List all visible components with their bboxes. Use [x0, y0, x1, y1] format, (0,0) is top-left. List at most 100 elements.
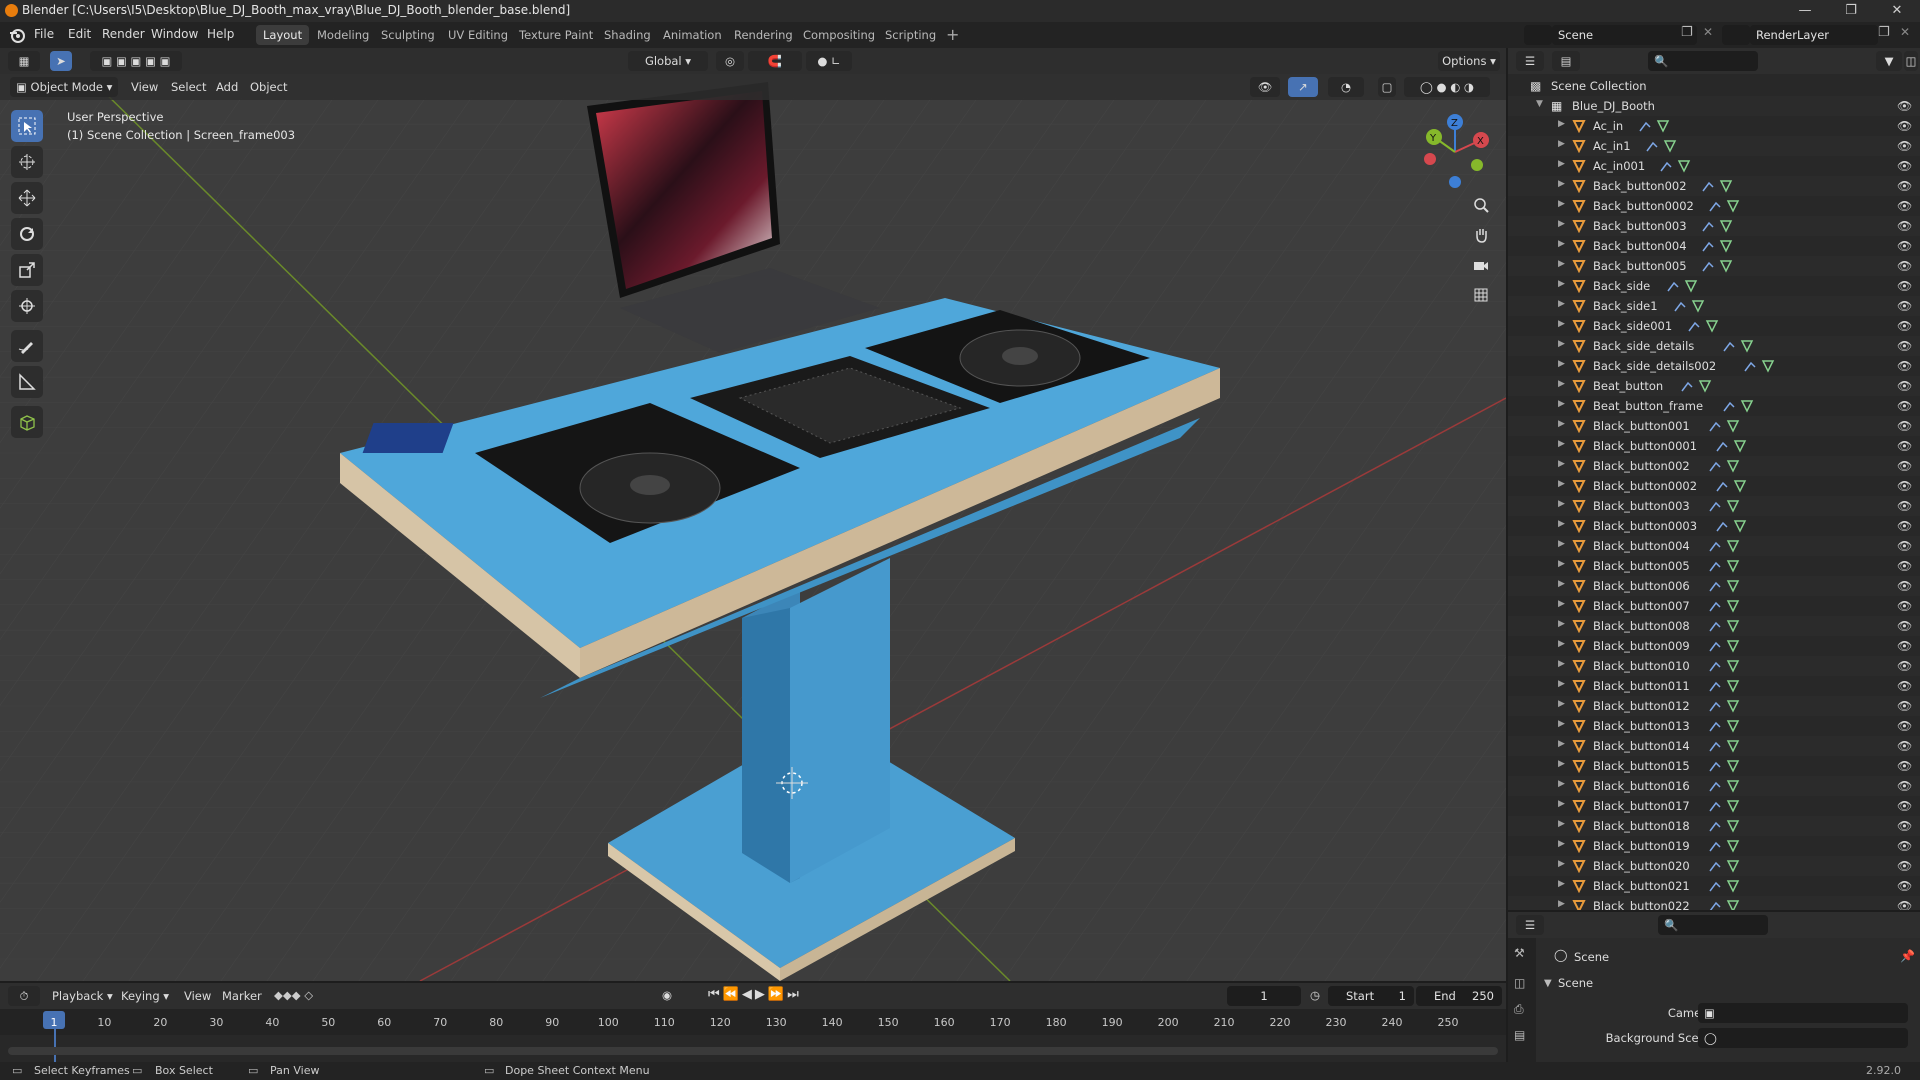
expand-arrow-icon[interactable]: ▶ — [1558, 839, 1565, 849]
outliner-object-row[interactable]: ▶ Black_button014 👁 — [1508, 736, 1920, 756]
measure-tool[interactable] — [11, 366, 43, 398]
eye-icon[interactable]: 👁 — [1897, 119, 1912, 133]
expand-arrow-icon[interactable]: ▶ — [1558, 199, 1565, 209]
menu-playback[interactable]: Playback ▾ — [52, 989, 113, 1003]
expand-arrow-icon[interactable]: ▶ — [1558, 519, 1565, 529]
outliner-object-row[interactable]: ▶ Back_button003 👁 — [1508, 216, 1920, 236]
expand-arrow-icon[interactable]: ▶ — [1558, 399, 1565, 409]
move-tool[interactable] — [11, 182, 43, 214]
renderlayer-browse-icon[interactable] — [1722, 25, 1750, 45]
eye-icon[interactable]: 👁 — [1897, 199, 1912, 213]
expand-arrow-icon[interactable]: ▶ — [1558, 619, 1565, 629]
blender-menu-icon[interactable] — [9, 27, 25, 43]
tab-shading[interactable]: Shading — [597, 25, 658, 45]
outliner-search-input[interactable]: 🔍 — [1648, 51, 1758, 71]
eye-icon[interactable]: 👁 — [1897, 159, 1912, 173]
expand-arrow-icon[interactable]: ▶ — [1558, 339, 1565, 349]
properties-search-input[interactable]: 🔍 — [1658, 915, 1768, 935]
outliner-object-row[interactable]: ▶ Black_button022 👁 — [1508, 896, 1920, 910]
outliner-object-row[interactable]: ▶ Black_button009 👁 — [1508, 636, 1920, 656]
expand-arrow-icon[interactable]: ▶ — [1558, 679, 1565, 689]
transform-tool[interactable] — [11, 290, 43, 322]
zoom-view-button[interactable] — [1468, 192, 1494, 218]
outliner-object-row[interactable]: ▶ Back_button002 👁 — [1508, 176, 1920, 196]
expand-arrow-icon[interactable]: ▶ — [1558, 819, 1565, 829]
outliner-object-row[interactable]: ▶ Black_button018 👁 — [1508, 816, 1920, 836]
navigation-gizmo[interactable]: Z X Y — [1415, 112, 1495, 192]
close-button[interactable]: ✕ — [1874, 0, 1920, 22]
eye-icon[interactable]: 👁 — [1897, 539, 1912, 553]
scene-new-icon[interactable]: ❐ — [1681, 25, 1693, 40]
eye-icon[interactable]: 👁 — [1897, 99, 1912, 113]
outliner-object-row[interactable]: ▶ Black_button010 👁 — [1508, 656, 1920, 676]
editor-type-button[interactable]: ▦ — [8, 51, 40, 71]
options-dropdown[interactable]: Options ▾ — [1438, 51, 1500, 71]
expand-arrow-icon[interactable]: ▶ — [1558, 219, 1565, 229]
expand-arrow-icon[interactable]: ▶ — [1558, 739, 1565, 749]
expand-arrow-icon[interactable]: ▶ — [1558, 879, 1565, 889]
proportional-edit-icon[interactable]: ● ∟ — [806, 51, 852, 71]
outliner-object-row[interactable]: ▶ Black_button016 👁 — [1508, 776, 1920, 796]
expand-arrow-icon[interactable]: ▶ — [1558, 759, 1565, 769]
eye-icon[interactable]: 👁 — [1897, 699, 1912, 713]
eye-icon[interactable]: 👁 — [1897, 579, 1912, 593]
expand-arrow-icon[interactable]: ▼ — [1536, 99, 1543, 109]
expand-arrow-icon[interactable]: ▶ — [1558, 579, 1565, 589]
outliner-object-row[interactable]: ▶ Ac_in001 👁 — [1508, 156, 1920, 176]
rotate-tool[interactable] — [11, 218, 43, 250]
outliner-object-row[interactable]: ▶ Black_button003 👁 — [1508, 496, 1920, 516]
tab-sculpting[interactable]: Sculpting — [374, 25, 442, 45]
eye-icon[interactable]: 👁 — [1897, 179, 1912, 193]
eye-icon[interactable]: 👁 — [1897, 759, 1912, 773]
menu-object[interactable]: Object — [250, 80, 287, 94]
menu-help[interactable]: Help — [207, 27, 234, 41]
eye-icon[interactable]: 👁 — [1897, 359, 1912, 373]
expand-arrow-icon[interactable]: ▶ — [1558, 419, 1565, 429]
mode-dropdown[interactable]: ▣ Object Mode ▾ — [10, 77, 118, 97]
scene-browse-icon[interactable] — [1524, 25, 1552, 45]
outliner-object-row[interactable]: ▶ Black_button006 👁 — [1508, 576, 1920, 596]
pin-icon[interactable]: 📌 — [1900, 949, 1915, 963]
tab-modeling[interactable]: Modeling — [310, 25, 376, 45]
outliner-editor-type-icon[interactable]: ☰ — [1516, 51, 1544, 71]
eye-icon[interactable]: 👁 — [1897, 299, 1912, 313]
tool-select-icon[interactable]: ➤ — [50, 51, 72, 71]
renderlayer-delete-icon[interactable]: ✕ — [1900, 25, 1910, 39]
tab-layout[interactable]: Layout — [256, 25, 310, 45]
tab-rendering[interactable]: Rendering — [727, 25, 800, 45]
tab-texture-paint[interactable]: Texture Paint — [512, 25, 600, 45]
outliner-object-row[interactable]: ▶ Back_side_details002 👁 — [1508, 356, 1920, 376]
cursor-tool[interactable] — [11, 146, 43, 178]
maximize-button[interactable]: ❐ — [1828, 0, 1874, 22]
overlay-toggle-icon[interactable]: ◔ — [1328, 77, 1364, 97]
expand-arrow-icon[interactable]: ▶ — [1558, 379, 1565, 389]
outliner-object-row[interactable]: ▶ Black_button0002 👁 — [1508, 476, 1920, 496]
outliner-object-row[interactable]: ▶ Black_button020 👁 — [1508, 856, 1920, 876]
expand-arrow-icon[interactable]: ▶ — [1558, 799, 1565, 809]
eye-icon[interactable]: 👁 — [1897, 819, 1912, 833]
expand-arrow-icon[interactable]: ▶ — [1558, 459, 1565, 469]
outliner-object-row[interactable]: ▶ Back_button004 👁 — [1508, 236, 1920, 256]
outliner-object-row[interactable]: ▶ Back_button005 👁 — [1508, 256, 1920, 276]
menu-file[interactable]: File — [34, 27, 54, 41]
outliner[interactable]: ▩ Scene Collection ▼ ▦ Blue_DJ_Booth 👁 ▶… — [1508, 74, 1920, 910]
playback-controls[interactable]: ⏮⏪◀▶⏩⏭ — [708, 987, 802, 1002]
expand-arrow-icon[interactable]: ▶ — [1558, 439, 1565, 449]
outliner-object-row[interactable]: ▶ Black_button019 👁 — [1508, 836, 1920, 856]
background-scene-field[interactable]: ◯ — [1698, 1028, 1908, 1048]
expand-arrow-icon[interactable]: ▶ — [1558, 319, 1565, 329]
select-box-tool[interactable] — [11, 110, 43, 142]
eye-icon[interactable]: 👁 — [1897, 259, 1912, 273]
gizmo-toggle-icon[interactable]: ↗ — [1288, 77, 1318, 97]
snap-toggle-icon[interactable]: 🧲 — [748, 51, 802, 71]
start-frame-field[interactable]: Start 1 — [1328, 986, 1414, 1006]
output-tab-icon[interactable]: ⎙ — [1514, 1002, 1524, 1017]
expand-arrow-icon[interactable]: ▶ — [1558, 479, 1565, 489]
outliner-object-row[interactable]: ▶ Back_side1 👁 — [1508, 296, 1920, 316]
menu-edit[interactable]: Edit — [68, 27, 91, 41]
eye-icon[interactable]: 👁 — [1897, 379, 1912, 393]
expand-arrow-icon[interactable]: ▶ — [1558, 259, 1565, 269]
outliner-object-row[interactable]: ▶ Black_button011 👁 — [1508, 676, 1920, 696]
tab-animation[interactable]: Animation — [656, 25, 729, 45]
expand-arrow-icon[interactable]: ▶ — [1558, 279, 1565, 289]
